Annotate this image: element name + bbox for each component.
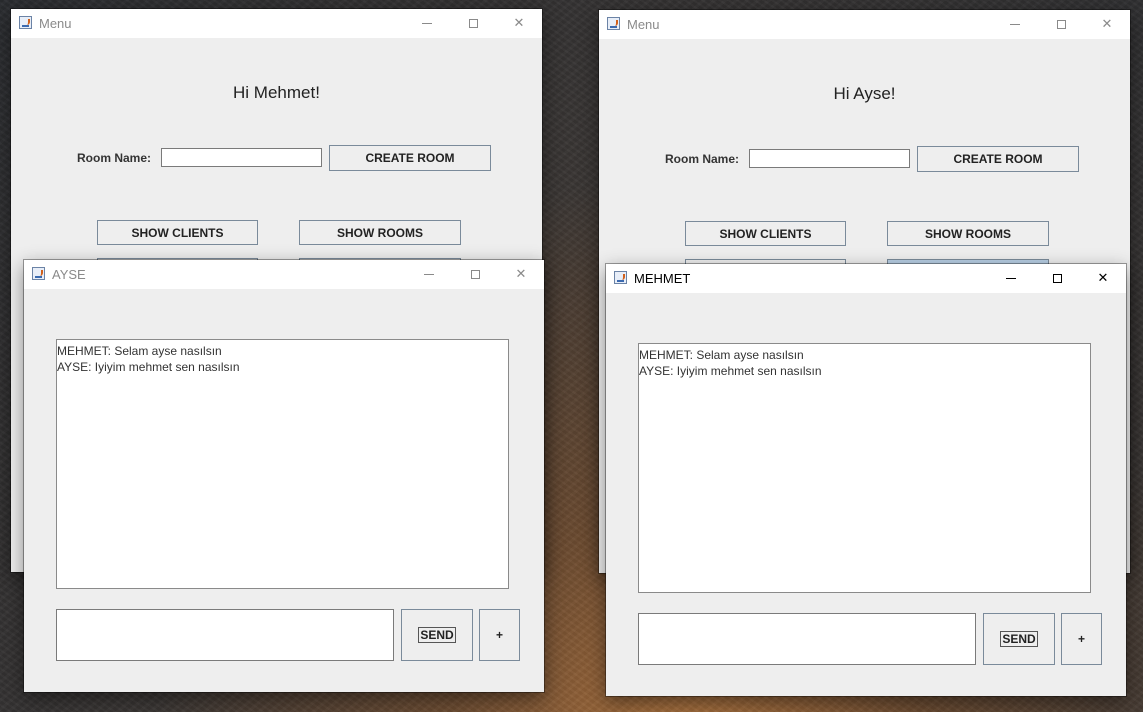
message-input[interactable] — [638, 613, 976, 665]
titlebar[interactable]: AYSE ✕ — [24, 260, 544, 289]
chat-history[interactable]: MEHMET: Selam ayse nasılsın AYSE: Iyiyim… — [638, 343, 1091, 593]
chat-window-ayse: AYSE ✕ MEHMET: Selam ayse nasılsın AYSE:… — [24, 260, 544, 692]
show-clients-button[interactable]: SHOW CLIENTS — [97, 220, 258, 245]
greeting-label: Hi Ayse! — [833, 84, 896, 103]
send-button[interactable]: SEND — [983, 613, 1055, 665]
room-name-input[interactable] — [749, 149, 910, 168]
maximize-icon[interactable] — [1034, 264, 1080, 293]
titlebar[interactable]: Menu ✕ — [599, 10, 1130, 39]
chat-message: AYSE: Iyiyim mehmet sen nasılsın — [639, 364, 822, 378]
maximize-icon[interactable] — [452, 260, 498, 289]
show-rooms-button[interactable]: SHOW ROOMS — [887, 221, 1049, 246]
chat-message: MEHMET: Selam ayse nasılsın — [639, 348, 804, 362]
add-button[interactable]: + — [1061, 613, 1102, 665]
window-title: Menu — [39, 16, 72, 31]
greeting-label: Hi Mehmet! — [233, 83, 320, 102]
message-input[interactable] — [56, 609, 394, 661]
chat-history[interactable]: MEHMET: Selam ayse nasılsın AYSE: Iyiyim… — [56, 339, 509, 589]
minimize-icon[interactable] — [988, 264, 1034, 293]
room-name-label: Room Name: — [665, 152, 740, 166]
window-title: MEHMET — [634, 271, 691, 286]
chat-message: AYSE: Iyiyim mehmet sen nasılsın — [57, 360, 240, 374]
window-title: Menu — [627, 17, 660, 32]
create-room-button[interactable]: CREATE ROOM — [917, 146, 1079, 172]
send-button[interactable]: SEND — [401, 609, 473, 661]
close-icon[interactable]: ✕ — [1084, 10, 1130, 39]
minimize-icon[interactable] — [406, 260, 452, 289]
java-coffee-icon — [32, 267, 45, 280]
room-name-input[interactable] — [161, 148, 322, 167]
minimize-icon[interactable] — [404, 9, 450, 38]
send-label: SEND — [1000, 631, 1038, 647]
show-rooms-button[interactable]: SHOW ROOMS — [299, 220, 461, 245]
close-icon[interactable]: ✕ — [496, 9, 542, 38]
add-button[interactable]: + — [479, 609, 520, 661]
java-coffee-icon — [607, 17, 620, 30]
close-icon[interactable]: ✕ — [1080, 264, 1126, 293]
titlebar[interactable]: Menu ✕ — [11, 9, 542, 38]
maximize-icon[interactable] — [1038, 10, 1084, 39]
java-coffee-icon — [614, 271, 627, 284]
room-name-label: Room Name: — [77, 151, 152, 165]
close-icon[interactable]: ✕ — [498, 260, 544, 289]
show-clients-button[interactable]: SHOW CLIENTS — [685, 221, 846, 246]
chat-window-mehmet: MEHMET ✕ MEHMET: Selam ayse nasılsın AYS… — [606, 264, 1126, 696]
titlebar[interactable]: MEHMET ✕ — [606, 264, 1126, 293]
window-title: AYSE — [52, 267, 86, 282]
maximize-icon[interactable] — [450, 9, 496, 38]
create-room-button[interactable]: CREATE ROOM — [329, 145, 491, 171]
send-label: SEND — [418, 627, 456, 643]
chat-message: MEHMET: Selam ayse nasılsın — [57, 344, 222, 358]
java-coffee-icon — [19, 16, 32, 29]
minimize-icon[interactable] — [992, 10, 1038, 39]
